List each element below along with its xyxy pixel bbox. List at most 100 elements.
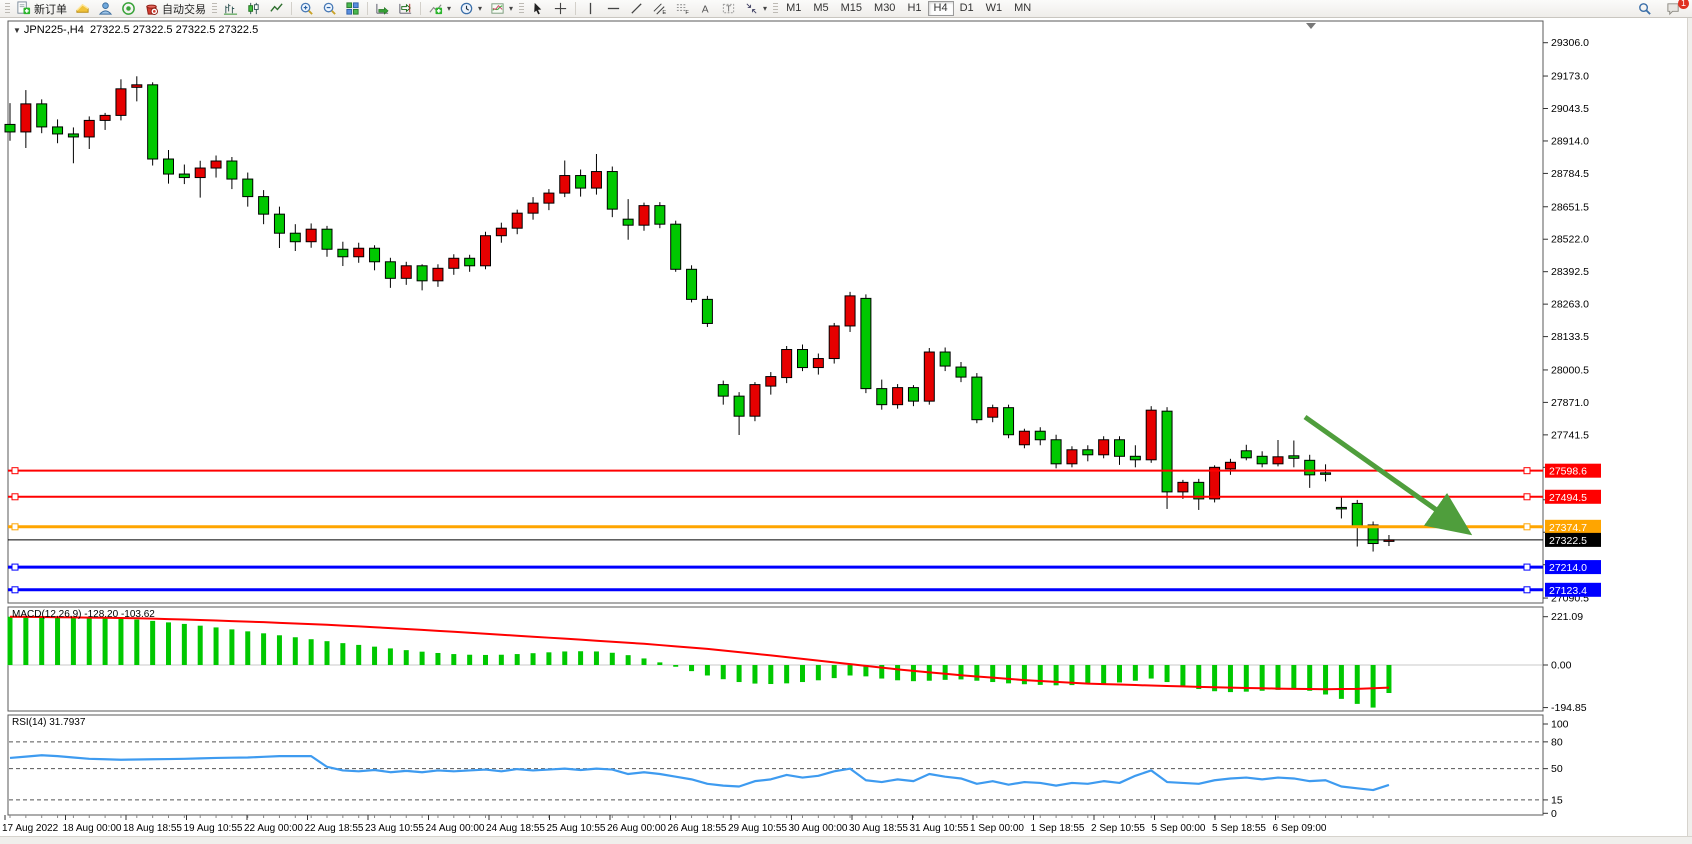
- main-pane[interactable]: [8, 21, 1543, 603]
- price-tick-label: 28651.5: [1551, 201, 1589, 213]
- timeframe-button-w1[interactable]: W1: [980, 1, 1009, 16]
- chart-title-row[interactable]: ▼JPN225-,H4 27322.5 27322.5 27322.5 2732…: [13, 24, 258, 36]
- time-tick-label: 22 Aug 00:00: [244, 823, 303, 834]
- macd-histogram-bar: [657, 662, 662, 665]
- crosshair-button[interactable]: [549, 1, 572, 17]
- svg-text:A: A: [702, 4, 709, 15]
- timeframe-button-m30[interactable]: M30: [868, 1, 901, 16]
- zoom-out-button[interactable]: [318, 1, 341, 17]
- candle: [512, 213, 522, 228]
- trendline-button[interactable]: [625, 1, 648, 17]
- macd-histogram-bar: [1101, 665, 1106, 684]
- market-watch-button[interactable]: [71, 1, 94, 17]
- macd-pane[interactable]: [8, 607, 1543, 711]
- price-line-badge-label: 27123.4: [1549, 585, 1587, 597]
- timeframe-button-h1[interactable]: H1: [901, 1, 927, 16]
- line-handle[interactable]: [1524, 524, 1530, 530]
- candle: [195, 168, 205, 178]
- terminal-button[interactable]: [117, 1, 140, 17]
- price-tick-label: 28000.5: [1551, 364, 1589, 376]
- macd-scale-label: 0.00: [1551, 660, 1572, 672]
- symbol-dropdown-icon[interactable]: ▼: [13, 26, 21, 35]
- indicators-button[interactable]: ▾: [424, 1, 455, 17]
- timeframe-button-m5[interactable]: M5: [807, 1, 834, 16]
- macd-histogram-bar: [55, 617, 60, 665]
- tile-windows-button[interactable]: [341, 1, 364, 17]
- search-button[interactable]: [1633, 1, 1656, 17]
- fibonacci-icon: F: [675, 1, 690, 16]
- macd-histogram-bar: [974, 665, 979, 681]
- candle: [639, 206, 649, 226]
- candle: [766, 377, 776, 387]
- cursor-button[interactable]: [526, 1, 549, 17]
- line-handle[interactable]: [1524, 587, 1530, 593]
- vertical-line-button[interactable]: [579, 1, 602, 17]
- label-button[interactable]: T: [717, 1, 740, 17]
- line-handle[interactable]: [1524, 494, 1530, 500]
- macd-histogram-bar: [689, 665, 694, 671]
- notifications-button[interactable]: 1: [1662, 1, 1685, 17]
- price-tick-label: 29306.0: [1551, 37, 1589, 49]
- candle: [496, 228, 506, 236]
- time-tick-label: 5 Sep 18:55: [1212, 823, 1266, 834]
- candle: [813, 359, 823, 368]
- text-button[interactable]: A: [694, 1, 717, 17]
- autotrading-button[interactable]: 自动交易: [140, 1, 210, 17]
- time-tick-label: 6 Sep 09:00: [1273, 823, 1327, 834]
- macd-label: MACD(12,26,9): [12, 609, 81, 620]
- macd-histogram-bar: [229, 629, 234, 665]
- horizontal-line-button[interactable]: [602, 1, 625, 17]
- candle: [544, 193, 554, 203]
- candle: [433, 268, 443, 281]
- line-handle[interactable]: [12, 524, 18, 530]
- chart-canvas[interactable]: 29306.029173.029043.528914.028784.528651…: [0, 0, 1692, 844]
- timeframe-button-mn[interactable]: MN: [1008, 1, 1037, 16]
- rsi-scale-label: 0: [1551, 808, 1557, 820]
- candle: [1305, 460, 1315, 475]
- templates-button[interactable]: ▾: [486, 1, 517, 17]
- channel-button[interactable]: E: [648, 1, 671, 17]
- symbol-period-label: JPN225-,H4: [24, 24, 84, 36]
- line-handle[interactable]: [12, 587, 18, 593]
- line-handle[interactable]: [1524, 564, 1530, 570]
- macd-histogram-bar: [531, 653, 536, 665]
- chevron-down-icon: ▾: [763, 4, 767, 13]
- line-chart-icon: [269, 1, 284, 16]
- new-order-button[interactable]: 新订单: [12, 1, 71, 17]
- arrows-icon: [744, 1, 759, 16]
- line-chart-button[interactable]: [265, 1, 288, 17]
- timeframe-button-m1[interactable]: M1: [780, 1, 807, 16]
- line-handle[interactable]: [12, 494, 18, 500]
- text-icon: A: [698, 1, 713, 16]
- line-handle[interactable]: [1524, 468, 1530, 474]
- chevron-down-icon: ▾: [478, 4, 482, 13]
- navigator-button[interactable]: [94, 1, 117, 17]
- line-handle[interactable]: [12, 564, 18, 570]
- candle: [338, 249, 348, 257]
- candle: [1225, 462, 1235, 469]
- macd-histogram-bar: [959, 665, 964, 679]
- timeframe-button-h4[interactable]: H4: [928, 1, 954, 16]
- macd-histogram-bar: [1339, 665, 1344, 699]
- candle: [560, 176, 570, 194]
- bar-chart-button[interactable]: [219, 1, 242, 17]
- fibonacci-button[interactable]: F: [671, 1, 694, 17]
- macd-values: -128.20 -103.62: [84, 609, 155, 620]
- clock-icon: [459, 1, 474, 16]
- periods-button[interactable]: ▾: [455, 1, 486, 17]
- macd-histogram-bar: [325, 641, 330, 665]
- shapes-button[interactable]: ▾: [740, 1, 771, 17]
- timeframe-button-d1[interactable]: D1: [954, 1, 980, 16]
- timeframe-button-m15[interactable]: M15: [835, 1, 868, 16]
- line-handle[interactable]: [12, 468, 18, 474]
- macd-histogram-bar: [546, 652, 551, 665]
- chart-shift-button[interactable]: [394, 1, 417, 17]
- macd-histogram-bar: [483, 655, 488, 665]
- auto-scroll-button[interactable]: [371, 1, 394, 17]
- macd-histogram-bar: [435, 653, 440, 665]
- candlestick-chart-button[interactable]: [242, 1, 265, 17]
- macd-histogram-bar: [134, 620, 139, 665]
- time-tick-label: 25 Aug 10:55: [547, 823, 606, 834]
- macd-histogram-bar: [1022, 665, 1027, 684]
- zoom-in-button[interactable]: [295, 1, 318, 17]
